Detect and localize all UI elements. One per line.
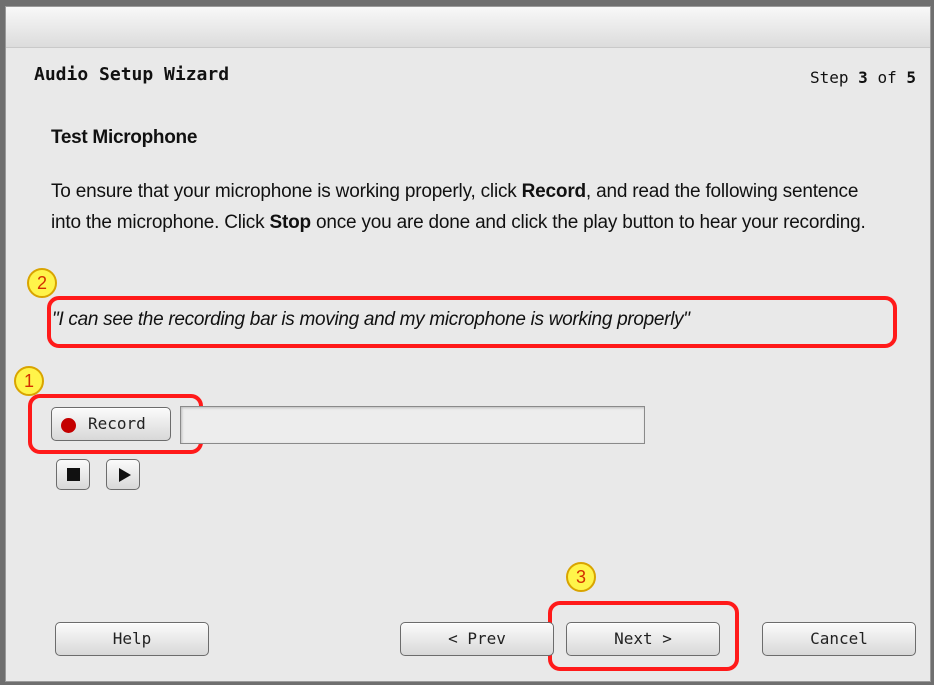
instructions-stop-word: Stop	[269, 212, 311, 233]
next-button[interactable]: Next >	[566, 622, 720, 656]
callout-marker-3: 3	[566, 562, 596, 592]
step-indicator: Step 3 of 5	[810, 68, 916, 87]
recording-level-bar	[180, 406, 645, 444]
step-prefix: Step	[810, 68, 849, 87]
record-button-label: Record	[88, 414, 146, 433]
stop-icon	[67, 468, 80, 481]
stop-button[interactable]	[56, 459, 90, 490]
step-of: of	[877, 68, 897, 87]
instructions-text: To ensure that your microphone is workin…	[51, 176, 881, 238]
step-current: 3	[858, 68, 868, 87]
play-icon	[119, 468, 131, 482]
record-dot-icon	[61, 418, 76, 433]
record-button[interactable]: Record	[51, 407, 171, 441]
play-button[interactable]	[106, 459, 140, 490]
instructions-part3: once you are done and click the play but…	[310, 212, 866, 233]
step-total: 5	[906, 68, 916, 87]
cancel-button[interactable]: Cancel	[762, 622, 916, 656]
instructions-part1: To ensure that your microphone is workin…	[51, 181, 522, 202]
wizard-title: Audio Setup Wizard	[34, 64, 230, 85]
instructions-record-word: Record	[521, 181, 586, 202]
help-button[interactable]: Help	[55, 622, 209, 656]
section-title: Test Microphone	[51, 127, 198, 148]
callout-box-sentence	[47, 296, 897, 348]
callout-marker-2: 2	[27, 268, 57, 298]
callout-marker-1: 1	[14, 366, 44, 396]
prev-button[interactable]: < Prev	[400, 622, 554, 656]
window-titlebar	[6, 7, 930, 48]
